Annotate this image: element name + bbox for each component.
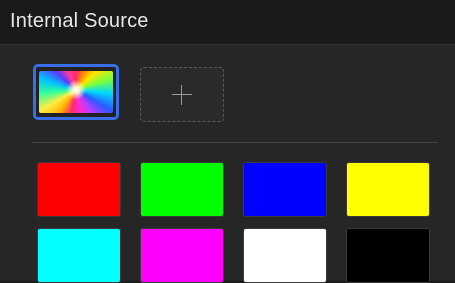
swatch-cyan[interactable] [37,228,121,283]
swatch-blue[interactable] [243,162,327,217]
add-source-button[interactable] [140,67,224,122]
source-thumbnail-selected[interactable] [33,64,119,120]
swatch-black[interactable] [346,228,430,283]
panel-header: Internal Source [0,0,455,45]
swatch-magenta[interactable] [140,228,224,283]
swatch-green[interactable] [140,162,224,217]
section-divider [32,142,438,143]
internal-source-panel: Internal Source [0,0,455,283]
plus-icon [172,84,192,105]
swatch-yellow[interactable] [346,162,430,217]
swatch-white[interactable] [243,228,327,283]
panel-title: Internal Source [10,10,149,32]
colorful-burst-image [39,71,113,113]
swatch-red[interactable] [37,162,121,217]
